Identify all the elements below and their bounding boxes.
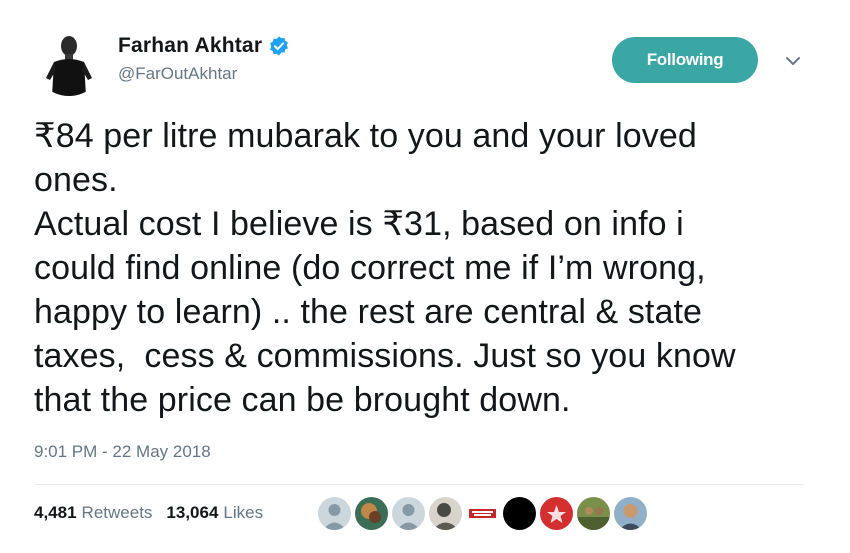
retweets-stat[interactable]: 4,481 Retweets bbox=[34, 503, 152, 523]
tweet-card: Farhan Akhtar @FarOutAkhtar Following ₹8… bbox=[0, 0, 850, 553]
display-name[interactable]: Farhan Akhtar bbox=[118, 34, 262, 58]
liker-avatar[interactable] bbox=[429, 497, 462, 530]
user-info: Farhan Akhtar @FarOutAkhtar bbox=[118, 34, 290, 84]
verified-badge-icon bbox=[268, 35, 290, 57]
liker-avatar[interactable] bbox=[614, 497, 647, 530]
liker-avatars bbox=[318, 497, 647, 530]
tweet-timestamp[interactable]: 9:01 PM - 22 May 2018 bbox=[34, 442, 211, 462]
liker-avatar[interactable] bbox=[466, 497, 499, 530]
likes-label: Likes bbox=[223, 503, 264, 522]
engagement-stats: 4,481 Retweets 13,064 Likes bbox=[34, 503, 263, 523]
tweet-text: ₹84 per litre mubarak to you and your lo… bbox=[34, 117, 736, 419]
liker-avatar[interactable] bbox=[503, 497, 536, 530]
chevron-down-icon[interactable] bbox=[783, 54, 803, 68]
liker-avatar[interactable] bbox=[355, 497, 388, 530]
following-button[interactable]: Following bbox=[612, 37, 758, 83]
liker-avatar[interactable] bbox=[577, 497, 610, 530]
profile-avatar[interactable] bbox=[34, 26, 104, 96]
divider bbox=[34, 484, 804, 485]
liker-avatar[interactable] bbox=[318, 497, 351, 530]
likes-count: 13,064 bbox=[166, 503, 219, 522]
liker-avatar[interactable] bbox=[540, 497, 573, 530]
liker-avatar[interactable] bbox=[392, 497, 425, 530]
likes-stat[interactable]: 13,064 Likes bbox=[166, 503, 263, 523]
retweets-count: 4,481 bbox=[34, 503, 77, 522]
retweets-label: Retweets bbox=[81, 503, 153, 522]
user-handle[interactable]: @FarOutAkhtar bbox=[118, 64, 290, 84]
